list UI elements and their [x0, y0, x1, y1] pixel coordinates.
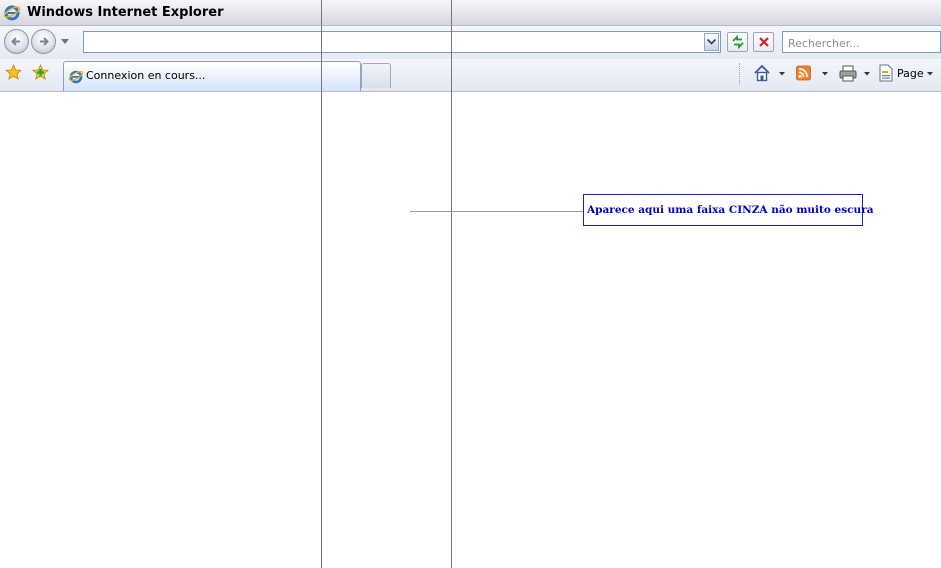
command-separator	[739, 63, 741, 85]
print-dropdown-icon[interactable]	[864, 72, 870, 76]
address-dropdown-button[interactable]	[704, 33, 719, 51]
guide-line	[321, 0, 322, 568]
history-dropdown-icon[interactable]	[61, 39, 69, 45]
home-dropdown-icon[interactable]	[779, 72, 785, 76]
annotation-callout: Aparece aqui uma faixa CINZA não muito e…	[583, 194, 874, 226]
back-arrow-icon	[11, 37, 20, 46]
annotation-text: Aparece aqui uma faixa CINZA não muito e…	[587, 204, 874, 216]
search-input[interactable]	[786, 34, 940, 52]
stop-icon	[759, 37, 769, 47]
window-title: Windows Internet Explorer	[27, 5, 224, 20]
feeds-dropdown-icon[interactable]	[822, 72, 828, 76]
page-menu-label[interactable]: Page	[897, 67, 924, 80]
new-tab-button[interactable]	[361, 63, 391, 88]
annotation-leader-line	[410, 211, 583, 212]
address-bar[interactable]	[83, 31, 721, 53]
ie-page-icon	[68, 70, 84, 84]
home-icon[interactable]	[752, 63, 772, 83]
guide-line	[451, 0, 452, 568]
chevron-down-icon	[707, 39, 716, 45]
tab-connexion[interactable]: Connexion en cours...	[63, 61, 361, 91]
forward-arrow-icon	[40, 37, 49, 46]
ie-logo-icon	[3, 5, 21, 21]
search-box[interactable]	[782, 31, 941, 53]
favorites-star-icon[interactable]	[5, 64, 22, 81]
page-dropdown-icon[interactable]	[927, 72, 933, 76]
refresh-button[interactable]	[727, 32, 748, 52]
title-bar: Windows Internet Explorer	[0, 0, 941, 26]
printer-icon[interactable]	[838, 63, 858, 83]
back-button[interactable]	[4, 29, 29, 54]
forward-button[interactable]	[31, 29, 56, 54]
page-content	[0, 92, 941, 568]
address-input[interactable]	[86, 33, 704, 53]
rss-feed-icon[interactable]	[795, 63, 813, 83]
stop-button[interactable]	[753, 32, 774, 52]
add-favorite-icon[interactable]	[32, 64, 49, 81]
page-icon[interactable]	[877, 63, 895, 83]
tab-label: Connexion en cours...	[86, 69, 206, 82]
refresh-icon	[732, 35, 744, 49]
